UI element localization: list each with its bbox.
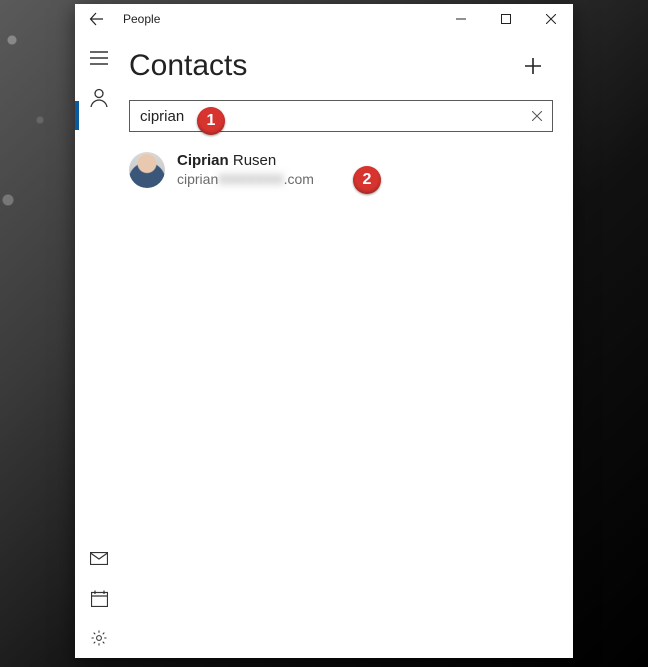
- settings-nav-button[interactable]: [75, 618, 123, 658]
- contacts-nav-button[interactable]: [75, 78, 123, 118]
- close-button[interactable]: [528, 4, 573, 34]
- back-button[interactable]: [75, 4, 119, 34]
- hamburger-button[interactable]: [75, 38, 123, 78]
- email-obscured: XXXXXXX: [218, 171, 283, 189]
- back-arrow-icon: [89, 11, 105, 27]
- avatar: [129, 152, 165, 188]
- window-title: People: [119, 12, 438, 26]
- name-match: Ciprian: [177, 152, 229, 169]
- header-row: Contacts: [129, 40, 553, 92]
- contact-name: Ciprian Rusen: [177, 152, 314, 171]
- maximize-icon: [501, 14, 511, 24]
- main-panel: Contacts Ciprian Rusen: [123, 34, 573, 658]
- hamburger-icon: [90, 51, 108, 65]
- name-rest: Rusen: [229, 152, 277, 169]
- titlebar: People: [75, 4, 573, 34]
- email-prefix: ciprian: [177, 171, 218, 187]
- contact-email: ciprianXXXXXXX.com: [177, 171, 314, 189]
- maximize-button[interactable]: [483, 4, 528, 34]
- add-contact-button[interactable]: [513, 46, 553, 86]
- contact-text: Ciprian Rusen ciprianXXXXXXX.com: [177, 152, 314, 188]
- minimize-button[interactable]: [438, 4, 483, 34]
- clear-icon: [532, 111, 542, 121]
- calendar-icon: [91, 590, 108, 607]
- mail-nav-button[interactable]: [75, 538, 123, 578]
- active-section-indicator: [75, 101, 79, 130]
- email-suffix: .com: [284, 171, 314, 187]
- people-app-window: People: [75, 4, 573, 658]
- plus-icon: [523, 56, 543, 76]
- close-icon: [546, 14, 556, 24]
- clear-search-button[interactable]: [522, 101, 552, 131]
- minimize-icon: [456, 14, 466, 24]
- contact-result[interactable]: Ciprian Rusen ciprianXXXXXXX.com: [129, 148, 553, 192]
- mail-icon: [90, 552, 108, 565]
- page-title: Contacts: [129, 49, 513, 83]
- search-input[interactable]: [130, 108, 522, 125]
- calendar-nav-button[interactable]: [75, 578, 123, 618]
- gear-icon: [90, 629, 108, 647]
- search-results: Ciprian Rusen ciprianXXXXXXX.com: [129, 132, 553, 192]
- app-body: Contacts Ciprian Rusen: [75, 34, 573, 658]
- search-box[interactable]: [129, 100, 553, 132]
- sidebar: [75, 34, 123, 658]
- person-icon: [90, 88, 108, 108]
